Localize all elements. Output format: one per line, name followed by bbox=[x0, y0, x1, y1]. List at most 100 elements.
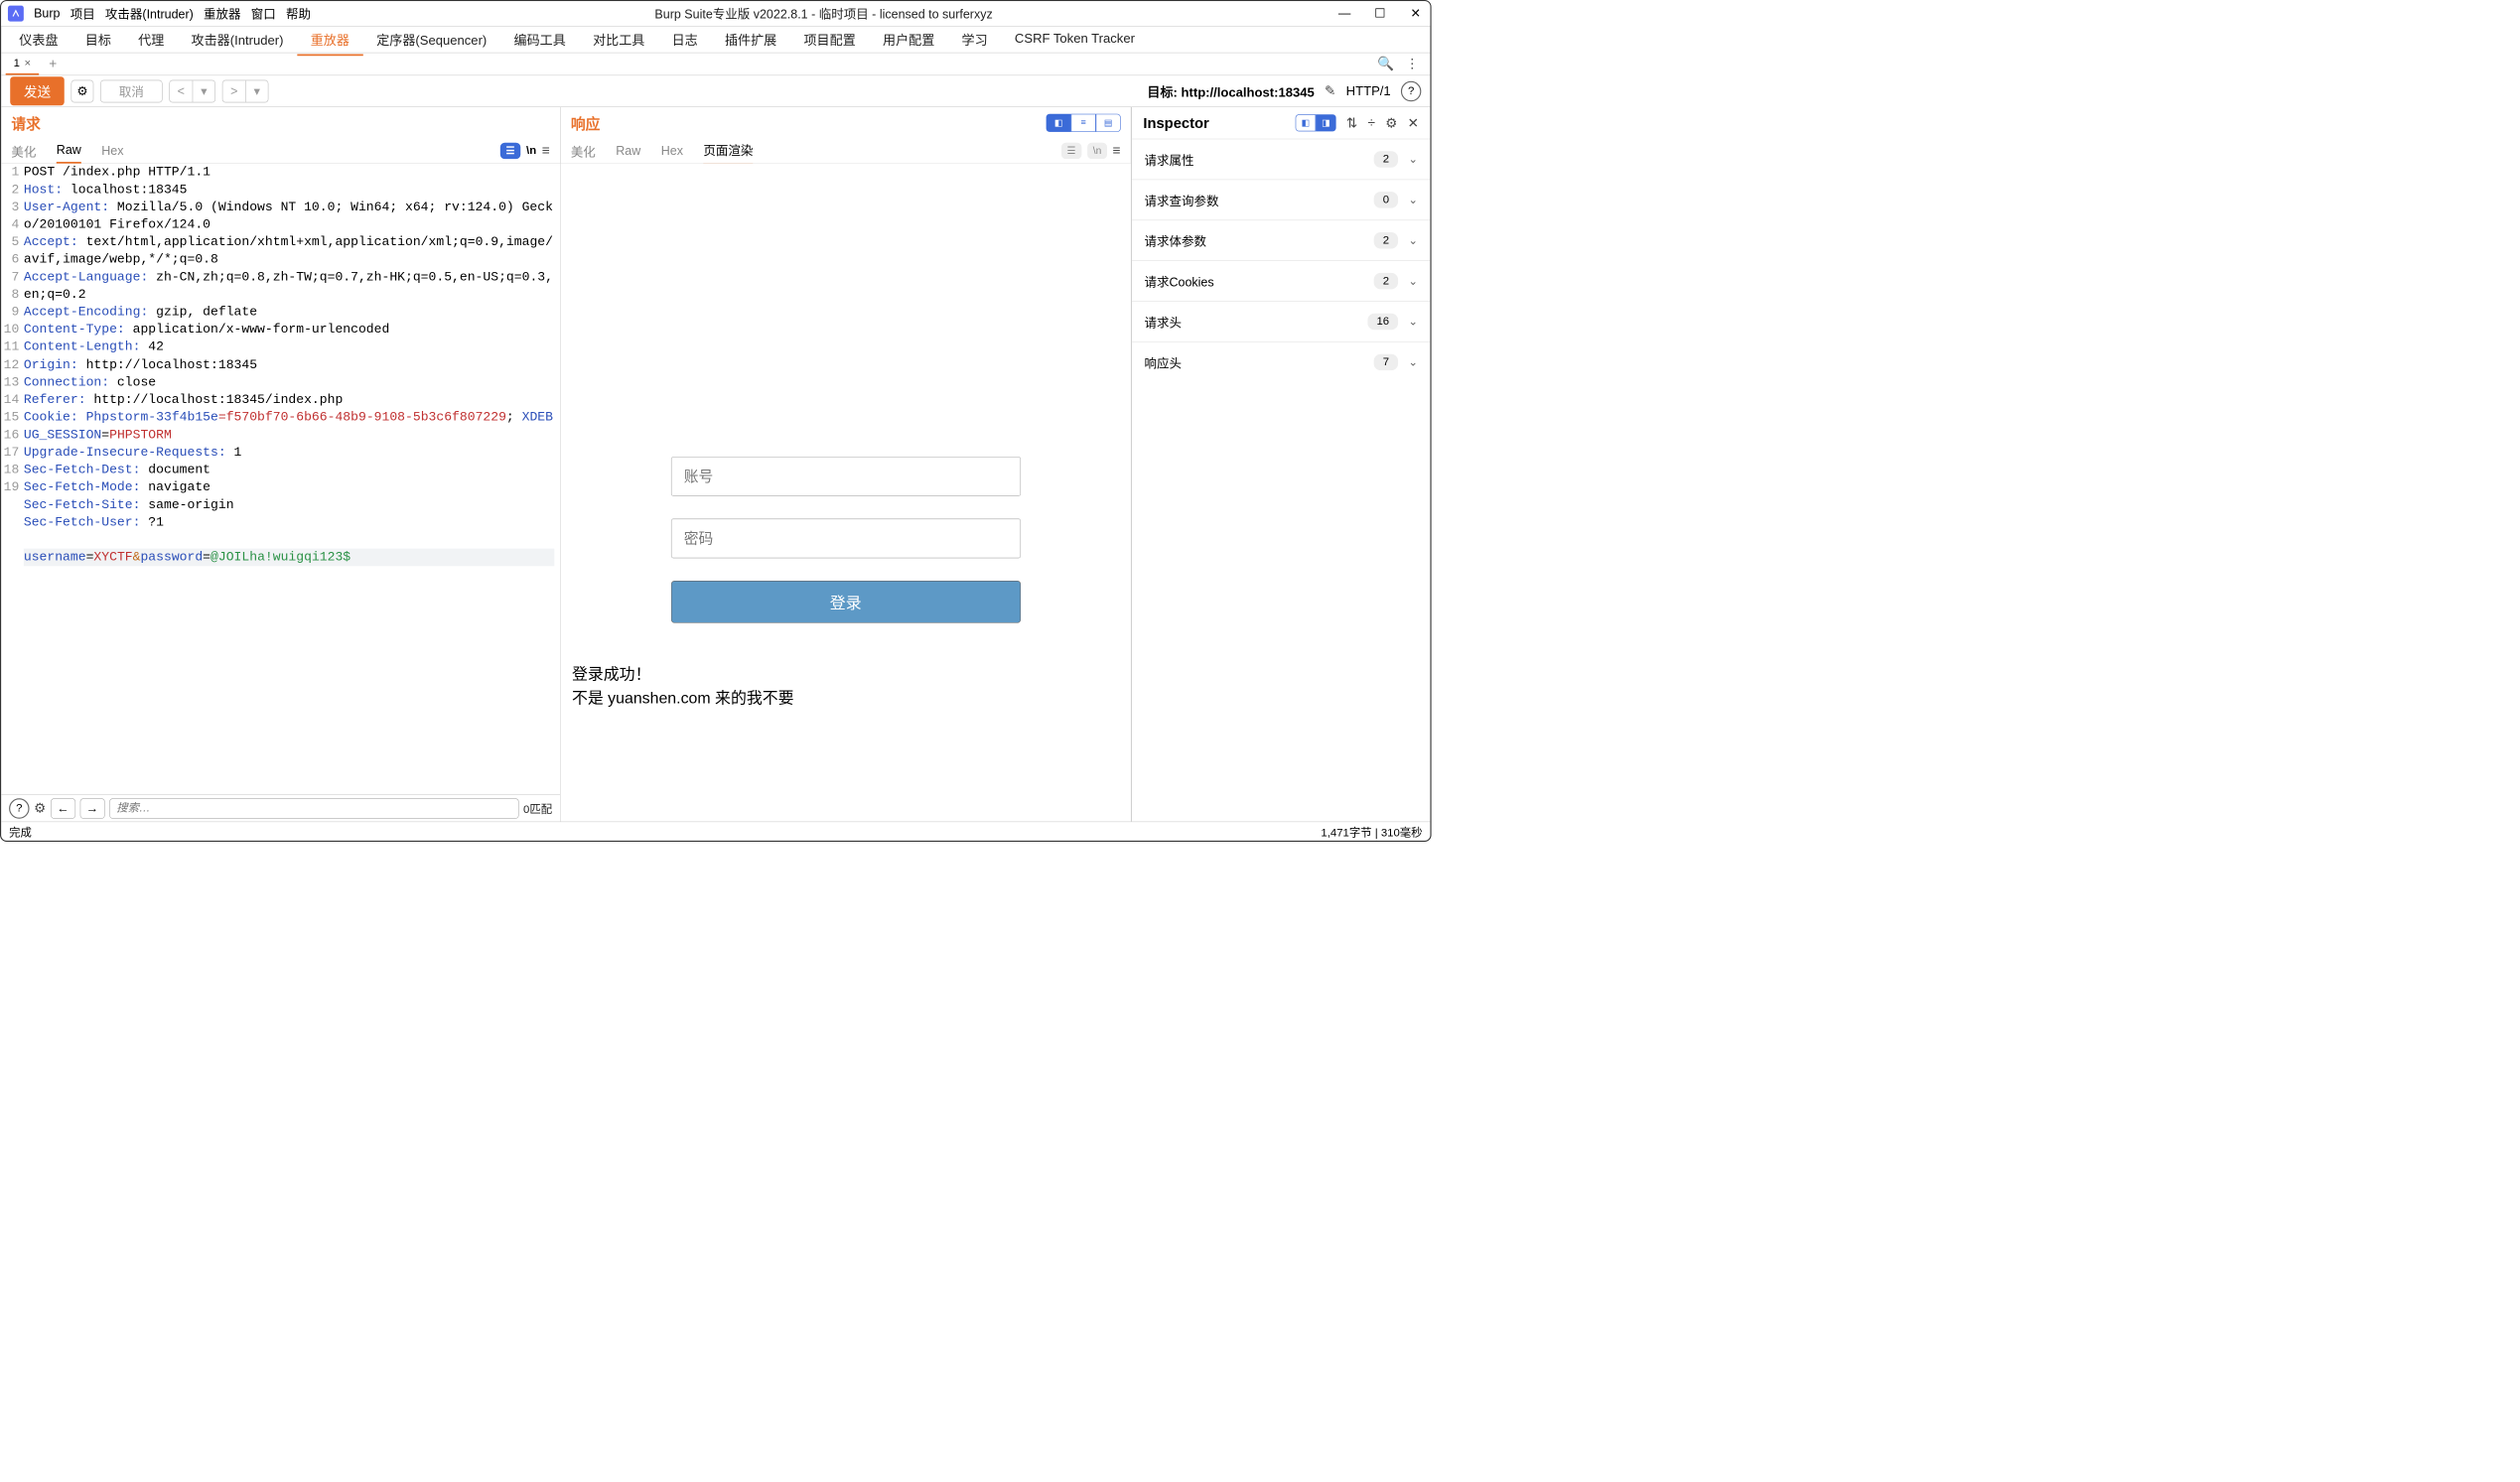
rendered-page: 登录 登录成功！ 不是 yuanshen.com 来的我不要 bbox=[561, 164, 1131, 822]
menu-help[interactable]: 帮助 bbox=[286, 5, 311, 23]
username-field[interactable] bbox=[671, 457, 1021, 496]
layout-toggle: ◧ ≡ ▤ bbox=[1047, 114, 1121, 132]
response-tab-raw[interactable]: Raw bbox=[616, 139, 640, 163]
inspector-row[interactable]: 请求体参数2⌄ bbox=[1132, 220, 1430, 261]
request-tab-hex[interactable]: Hex bbox=[101, 139, 123, 163]
menu-project[interactable]: 项目 bbox=[70, 5, 95, 23]
inspector-row-count: 16 bbox=[1367, 314, 1398, 330]
inspector-layout-toggle: ◧ ◨ bbox=[1296, 114, 1336, 131]
request-tab-pretty[interactable]: 美化 bbox=[11, 137, 36, 164]
newline-icon[interactable]: \n bbox=[526, 144, 536, 157]
send-button[interactable]: 发送 bbox=[10, 76, 65, 105]
top-tab-decoder[interactable]: 编码工具 bbox=[500, 24, 580, 56]
top-tab-repeater[interactable]: 重放器 bbox=[297, 24, 362, 56]
next-match-icon[interactable]: → bbox=[79, 798, 104, 818]
request-editor[interactable]: 12345678910111213141516171819 POST /inde… bbox=[1, 164, 560, 795]
top-tab-learn[interactable]: 学习 bbox=[948, 24, 1001, 56]
response-tabs: 美化 Raw Hex 页面渲染 ☰ \n ≡ bbox=[561, 139, 1131, 164]
inspector-row[interactable]: 请求查询参数0⌄ bbox=[1132, 180, 1430, 220]
response-tab-render[interactable]: 页面渲染 bbox=[703, 136, 753, 165]
close-inspector-icon[interactable]: ✕ bbox=[1408, 115, 1419, 131]
actions-badge-2[interactable]: ☰ bbox=[1061, 143, 1082, 159]
menu-window[interactable]: 窗口 bbox=[251, 5, 276, 23]
insp-layout-1-icon[interactable]: ◧ bbox=[1296, 114, 1316, 131]
repeater-subtabs: 1 × + 🔍 ⋮ bbox=[1, 53, 1430, 75]
chevron-down-icon: ⌄ bbox=[1408, 315, 1418, 329]
forward-dropdown-icon[interactable]: ▾ bbox=[245, 80, 268, 102]
close-icon[interactable]: ✕ bbox=[1408, 6, 1424, 21]
edit-target-icon[interactable]: ✎ bbox=[1325, 82, 1335, 98]
top-tab-logger[interactable]: 日志 bbox=[658, 24, 711, 56]
help-icon[interactable]: ? bbox=[1401, 81, 1421, 101]
divide-icon[interactable]: ÷ bbox=[1368, 115, 1375, 131]
actions-badge[interactable]: ☰ bbox=[500, 143, 521, 159]
top-tab-extender[interactable]: 插件扩展 bbox=[711, 24, 790, 56]
msg-line-1: 登录成功！ bbox=[572, 662, 794, 686]
inspector-list: 请求属性2⌄请求查询参数0⌄请求体参数2⌄请求Cookies2⌄请求头16⌄响应… bbox=[1132, 139, 1430, 822]
back-dropdown-icon[interactable]: ▾ bbox=[193, 80, 215, 102]
search-input[interactable] bbox=[109, 798, 519, 818]
search-icon[interactable]: 🔍 bbox=[1377, 56, 1394, 71]
menu-repeater[interactable]: 重放器 bbox=[204, 5, 240, 23]
expand-icon[interactable]: ⇅ bbox=[1346, 115, 1357, 131]
hamburger-icon[interactable]: ≡ bbox=[542, 143, 550, 159]
gear-icon-3[interactable]: ⚙ bbox=[1385, 115, 1397, 131]
inspector-row[interactable]: 响应头7⌄ bbox=[1132, 341, 1430, 382]
layout-stack-icon[interactable]: ▤ bbox=[1096, 114, 1121, 132]
repeater-tab-1[interactable]: 1 × bbox=[6, 54, 39, 75]
login-result-message: 登录成功！ 不是 yuanshen.com 来的我不要 bbox=[561, 662, 794, 710]
more-vertical-icon[interactable]: ⋮ bbox=[1405, 56, 1419, 71]
maximize-icon[interactable]: ☐ bbox=[1372, 6, 1388, 21]
top-tab-target[interactable]: 目标 bbox=[71, 24, 124, 56]
newline-icon-2[interactable]: \n bbox=[1087, 143, 1107, 159]
prev-match-icon[interactable]: ← bbox=[51, 798, 75, 818]
response-tab-pretty[interactable]: 美化 bbox=[571, 137, 596, 164]
close-tab-icon[interactable]: × bbox=[24, 57, 31, 69]
top-tab-dashboard[interactable]: 仪表盘 bbox=[6, 24, 71, 56]
window-controls: — ☐ ✕ bbox=[1336, 6, 1423, 21]
window-title: Burp Suite专业版 v2022.8.1 - 临时项目 - license… bbox=[311, 5, 1336, 23]
password-field[interactable] bbox=[671, 519, 1021, 559]
forward-icon[interactable]: > bbox=[222, 80, 245, 102]
chevron-down-icon: ⌄ bbox=[1408, 355, 1418, 369]
chevron-down-icon: ⌄ bbox=[1408, 274, 1418, 288]
target-label: 目标: http://localhost:18345 bbox=[1147, 81, 1314, 100]
gear-icon[interactable]: ⚙ bbox=[71, 79, 94, 102]
top-tab-comparer[interactable]: 对比工具 bbox=[579, 24, 658, 56]
app-icon bbox=[8, 6, 24, 22]
menu-intruder[interactable]: 攻击器(Intruder) bbox=[105, 5, 194, 23]
inspector-row-count: 2 bbox=[1374, 151, 1398, 167]
top-tab-sequencer[interactable]: 定序器(Sequencer) bbox=[363, 24, 500, 56]
login-button[interactable]: 登录 bbox=[671, 581, 1021, 623]
title-bar: Burp 项目 攻击器(Intruder) 重放器 窗口 帮助 Burp Sui… bbox=[1, 1, 1430, 26]
hamburger-icon-2[interactable]: ≡ bbox=[1113, 143, 1121, 159]
inspector-row-label: 请求属性 bbox=[1144, 150, 1373, 168]
cancel-button[interactable]: 取消 bbox=[100, 79, 162, 102]
request-tab-raw[interactable]: Raw bbox=[57, 138, 81, 164]
back-group: < ▾ bbox=[169, 79, 215, 102]
menu-burp[interactable]: Burp bbox=[34, 6, 60, 21]
help-circle-icon[interactable]: ? bbox=[9, 798, 29, 818]
top-tab-user-options[interactable]: 用户配置 bbox=[869, 24, 948, 56]
inspector-row[interactable]: 请求Cookies2⌄ bbox=[1132, 260, 1430, 301]
top-tab-intruder[interactable]: 攻击器(Intruder) bbox=[178, 24, 297, 56]
top-tab-csrf[interactable]: CSRF Token Tracker bbox=[1001, 26, 1148, 54]
insp-layout-2-icon[interactable]: ◨ bbox=[1316, 114, 1335, 131]
chevron-down-icon: ⌄ bbox=[1408, 233, 1418, 247]
top-tab-project-options[interactable]: 项目配置 bbox=[790, 24, 870, 56]
inspector-row[interactable]: 请求头16⌄ bbox=[1132, 301, 1430, 341]
back-icon[interactable]: < bbox=[170, 80, 193, 102]
layout-list-icon[interactable]: ≡ bbox=[1071, 114, 1096, 132]
minimize-icon[interactable]: — bbox=[1336, 6, 1352, 21]
top-tab-proxy[interactable]: 代理 bbox=[125, 24, 178, 56]
inspector-row[interactable]: 请求属性2⌄ bbox=[1132, 139, 1430, 180]
inspector-row-count: 0 bbox=[1374, 192, 1398, 207]
add-tab-icon[interactable]: + bbox=[49, 57, 57, 72]
response-title: 响应 bbox=[571, 112, 601, 133]
status-left: 完成 bbox=[9, 823, 32, 839]
gear-icon-2[interactable]: ⚙ bbox=[34, 800, 46, 816]
layout-split-icon[interactable]: ◧ bbox=[1047, 114, 1071, 132]
request-title: 请求 bbox=[11, 112, 41, 133]
response-tab-hex[interactable]: Hex bbox=[661, 139, 683, 163]
msg-line-2: 不是 yuanshen.com 来的我不要 bbox=[572, 686, 794, 710]
